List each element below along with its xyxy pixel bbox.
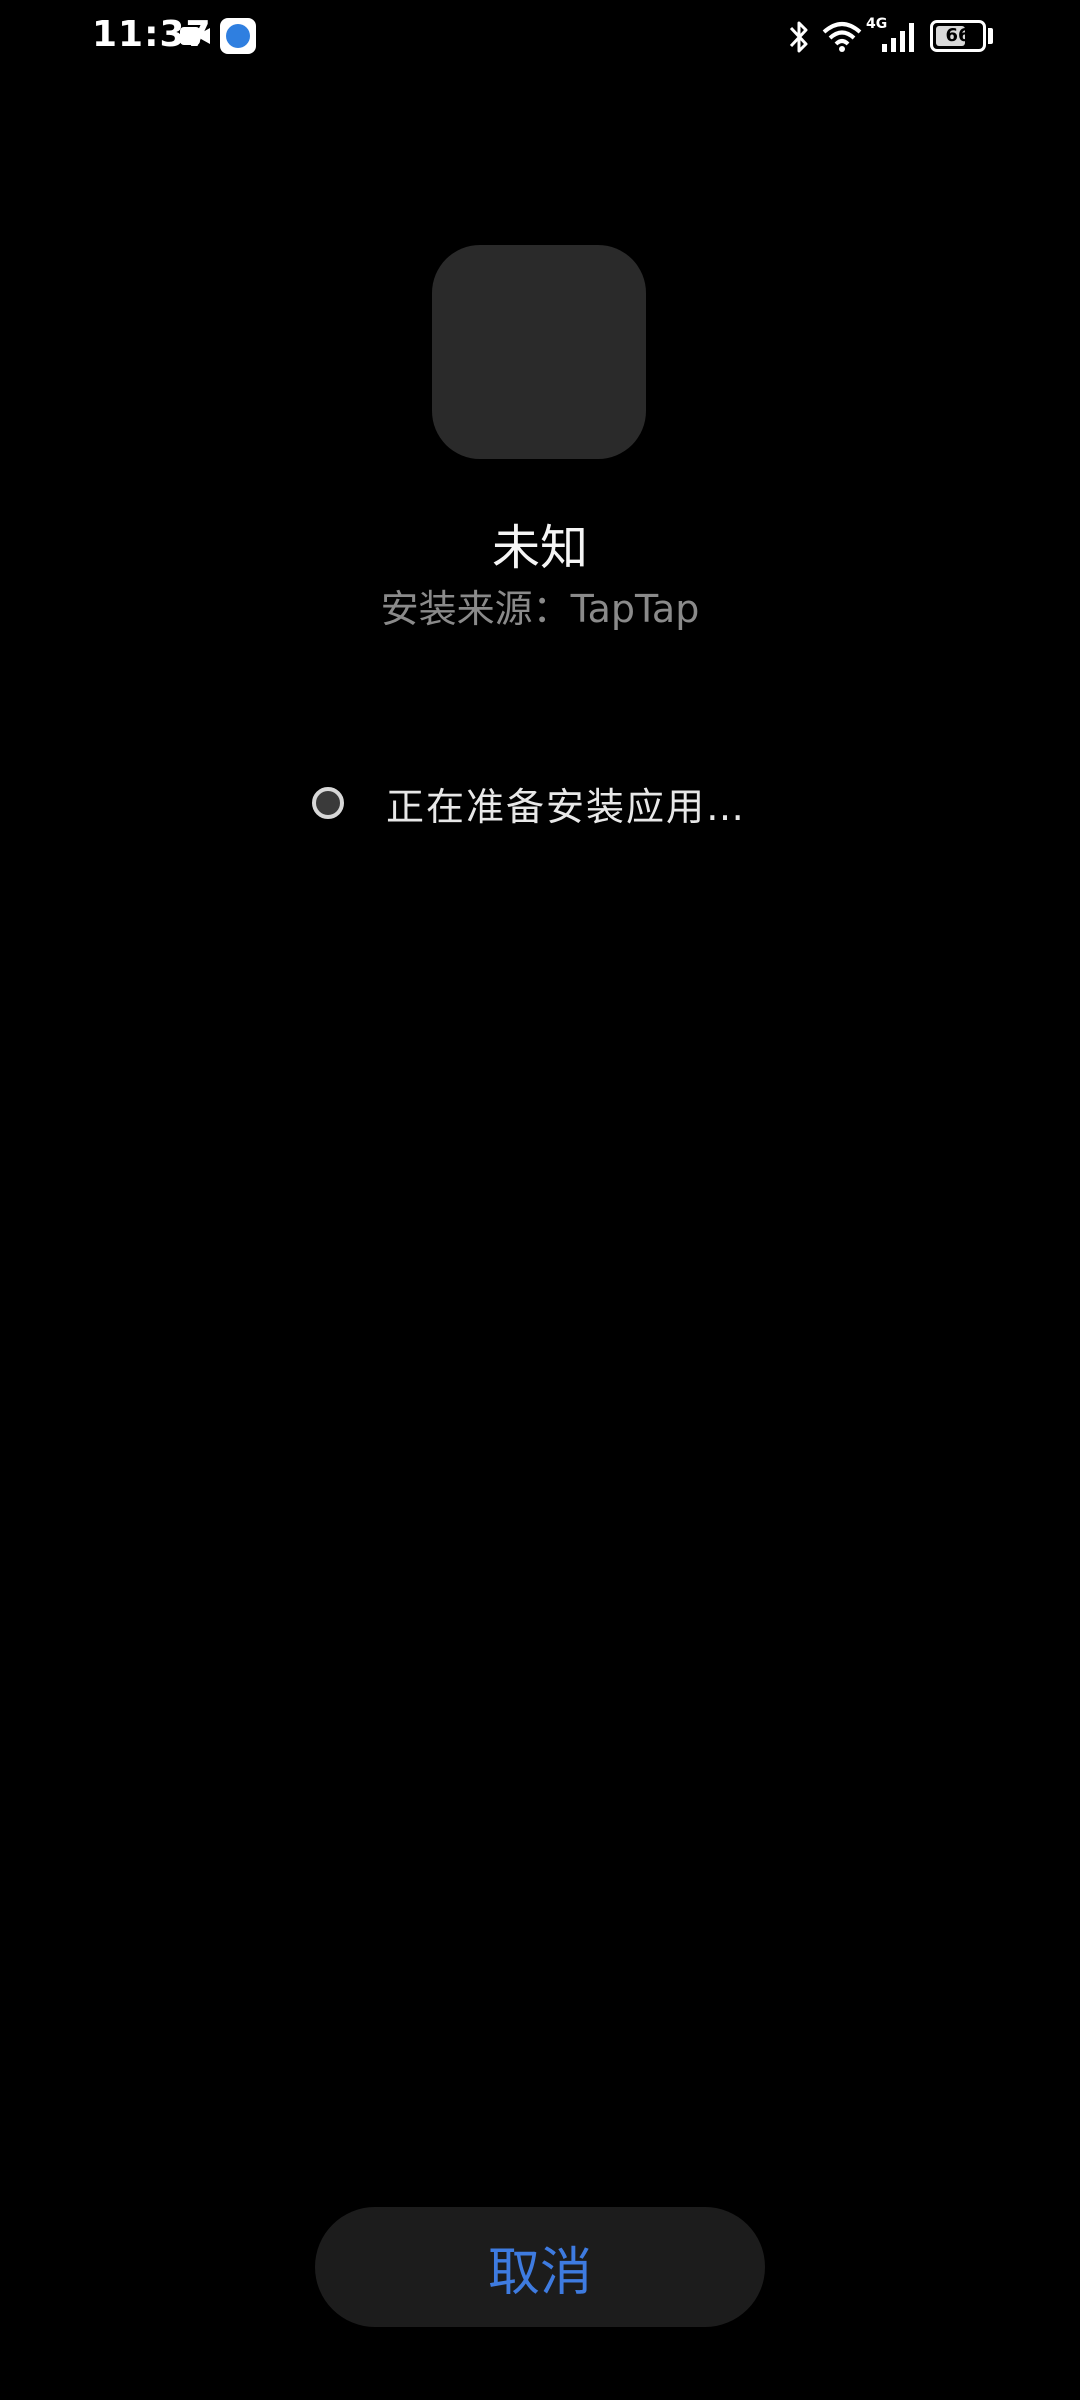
- app-icon-placeholder: [432, 245, 646, 459]
- progress-message: 正在准备安装应用…: [386, 784, 747, 829]
- app-name: 未知: [491, 520, 588, 576]
- battery-level: 66: [945, 25, 971, 46]
- app-notification-icon: [220, 18, 256, 54]
- bluetooth-icon: [789, 21, 808, 53]
- install-progress: 正在准备安装应用…: [312, 778, 747, 829]
- battery-tip: [988, 28, 993, 44]
- cancel-button[interactable]: 取消: [315, 2207, 765, 2327]
- install-source: 安装来源：TapTap: [380, 587, 700, 631]
- wifi-icon: [822, 22, 862, 52]
- status-bar: 11:37 4G 66: [0, 0, 1080, 74]
- battery-icon: 66: [930, 20, 986, 52]
- video-camera-icon: [180, 27, 210, 45]
- loading-spinner-icon: [312, 787, 344, 819]
- cellular-signal-icon: [882, 23, 914, 52]
